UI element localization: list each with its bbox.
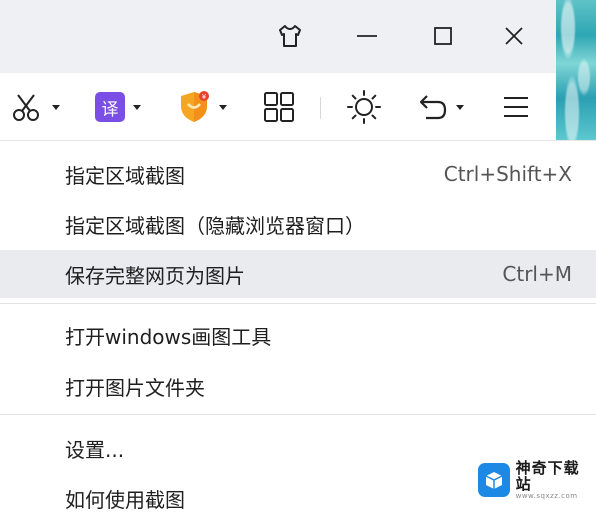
undo-button[interactable] [414,89,464,125]
toolbar: 译 ¥ [0,73,556,140]
menu-item-label: 指定区域截图 [65,163,185,188]
security-button[interactable]: ¥ [177,89,227,125]
chevron-down-icon[interactable] [456,104,464,110]
brightness-icon [347,90,381,124]
scissors-icon [13,94,39,121]
undo-icon [419,95,447,120]
chevron-down-icon[interactable] [52,104,60,110]
menu-item-shortcut: Ctrl+Shift+X [443,162,572,186]
minimize-button[interactable] [347,16,387,56]
minimize-icon [357,35,377,37]
chevron-down-icon[interactable] [133,104,141,110]
menu-item-label: 如何使用截图 [65,487,185,512]
tshirt-icon [279,25,301,47]
menu-item-label: 打开图片文件夹 [65,375,205,400]
menu-divider [0,303,596,304]
grid-icon [264,92,294,122]
close-button[interactable] [494,16,534,56]
translate-button[interactable]: 译 [95,89,141,125]
translate-label: 译 [101,99,119,120]
watermark-subtitle: www.sqxzz.com [515,491,578,500]
menu-item-open-paint[interactable]: 打开windows画图工具 [0,311,596,359]
menu-item-region-screenshot[interactable]: 指定区域截图 Ctrl+Shift+X [0,150,596,198]
toolbar-divider [320,97,321,119]
menu-item-save-full-page-image[interactable]: 保存完整网页为图片 Ctrl+M [0,250,596,298]
apps-button[interactable] [262,89,296,125]
skin-button[interactable] [270,16,310,56]
brightness-button[interactable] [345,89,383,125]
close-icon [505,27,523,45]
menu-divider [0,414,596,415]
menu-item-open-image-folder[interactable]: 打开图片文件夹 [0,362,596,410]
menu-item-region-screenshot-hide-browser[interactable]: 指定区域截图（隐藏浏览器窗口） [0,200,596,248]
menu-item-label: 指定区域截图（隐藏浏览器窗口） [65,213,365,238]
title-bar [0,0,556,73]
desktop-wallpaper [556,0,596,140]
maximize-icon [434,27,452,45]
watermark-logo: 神奇下载站 www.sqxzz.com [478,458,590,500]
watermark-title: 神奇下载站 [515,458,580,494]
main-menu-button[interactable] [500,89,532,125]
shield-icon: ¥ [181,91,209,122]
translate-icon: 译 [95,92,125,122]
menu-item-label: 打开windows画图工具 [65,324,272,349]
menu-item-label: 设置... [65,437,125,462]
maximize-button[interactable] [423,16,463,56]
hamburger-menu-icon [504,97,528,117]
box-logo-icon [478,463,510,497]
screenshot-button[interactable] [10,89,60,125]
menu-item-label: 保存完整网页为图片 [65,263,245,288]
svg-text:¥: ¥ [202,93,207,101]
menu-item-shortcut: Ctrl+M [502,262,572,286]
chevron-down-icon[interactable] [219,104,227,110]
